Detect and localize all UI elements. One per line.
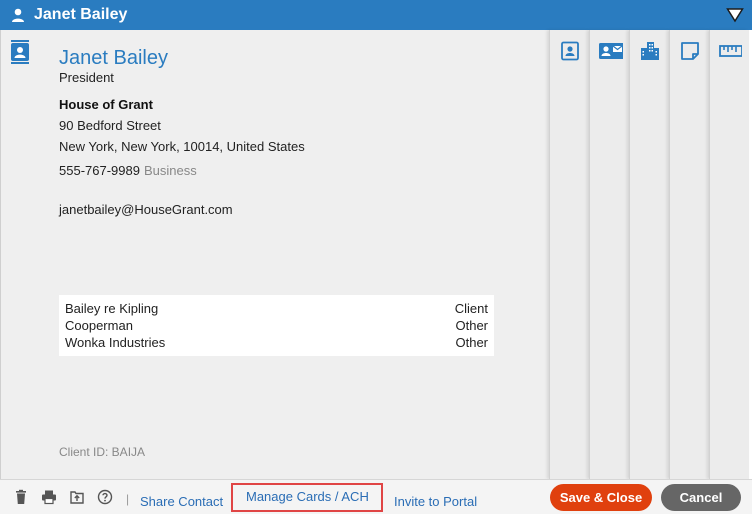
- footer-bar: | Share Contact Manage Cards / ACH Invit…: [0, 479, 752, 514]
- relations-list: Bailey re Kipling Client Cooperman Other…: [59, 295, 494, 356]
- phone-number[interactable]: 555-767-9989: [59, 163, 140, 178]
- dropdown-triangle-icon[interactable]: [726, 7, 744, 23]
- tab-notes[interactable]: [669, 30, 709, 479]
- list-item[interactable]: Cooperman Other: [65, 317, 488, 334]
- address-line-1: 90 Bedford Street: [59, 118, 161, 133]
- contact-job-title: President: [59, 70, 114, 85]
- tab-company[interactable]: [629, 30, 669, 479]
- print-icon[interactable]: [41, 489, 57, 505]
- phone-type: Business: [143, 163, 197, 178]
- title-bar: Janet Bailey: [0, 0, 752, 30]
- tab-contact-mail[interactable]: [589, 30, 629, 479]
- building-icon: [641, 42, 659, 60]
- list-item[interactable]: Bailey re Kipling Client: [65, 300, 488, 317]
- note-icon: [681, 42, 699, 60]
- manage-cards-link[interactable]: Manage Cards / ACH: [231, 483, 383, 512]
- window-title: Janet Bailey: [34, 6, 128, 23]
- contact-mail-icon: [599, 43, 623, 59]
- export-icon[interactable]: [69, 489, 85, 505]
- address-line-2: New York, New York, 10014, United States: [59, 139, 305, 154]
- contact-card-icon[interactable]: [10, 40, 30, 64]
- tab-contact-card[interactable]: [549, 30, 589, 479]
- share-contact-link[interactable]: Share Contact: [140, 494, 223, 509]
- email-address[interactable]: janetbailey@HouseGrant.com: [59, 202, 233, 217]
- trash-icon[interactable]: [13, 489, 29, 505]
- contact-card-icon: [561, 41, 579, 61]
- relation-type: Other: [455, 335, 488, 350]
- relation-type: Client: [454, 301, 488, 316]
- help-icon[interactable]: [97, 489, 113, 505]
- relation-name: Cooperman: [65, 318, 133, 333]
- user-icon: [12, 8, 24, 22]
- cancel-button[interactable]: Cancel: [661, 484, 741, 511]
- contact-company: House of Grant: [59, 97, 153, 112]
- tab-measure[interactable]: [709, 30, 749, 479]
- contact-panel: Janet Bailey President House of Grant 90…: [0, 30, 549, 479]
- relation-type: Other: [455, 318, 488, 333]
- relation-name: Bailey re Kipling: [65, 301, 159, 316]
- separator: |: [126, 492, 130, 506]
- contact-name: Janet Bailey: [59, 47, 168, 69]
- ruler-icon: [719, 45, 742, 57]
- phone-row: 555-767-9989 Business: [59, 163, 197, 178]
- client-id: Client ID: BAIJA: [59, 445, 146, 459]
- list-item[interactable]: Wonka Industries Other: [65, 334, 488, 351]
- save-close-button[interactable]: Save & Close: [550, 484, 652, 511]
- side-tabs: [549, 30, 752, 479]
- invite-to-portal-link[interactable]: Invite to Portal: [394, 494, 477, 509]
- relation-name: Wonka Industries: [65, 335, 166, 350]
